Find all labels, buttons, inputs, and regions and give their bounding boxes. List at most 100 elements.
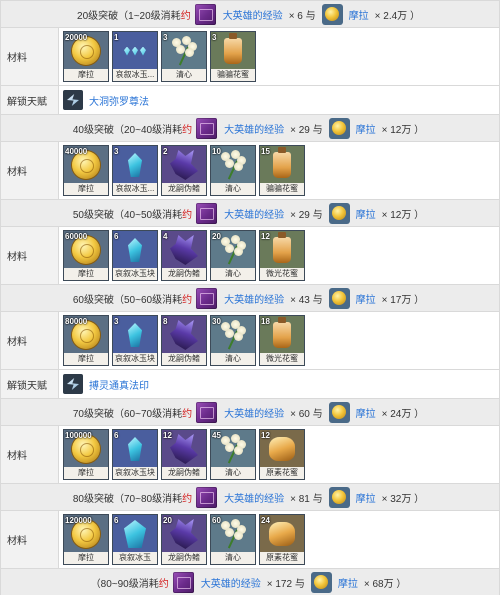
exp-item-link[interactable]: 大英雄的经验: [224, 405, 284, 420]
section-header: 50级突破（40~50级消耗约 大英雄的经验 × 29 与 摩拉 × 12万 ）: [1, 200, 499, 227]
mora-item-link[interactable]: 摩拉: [338, 575, 358, 590]
material-item[interactable]: 3 哀叙冰玉块: [112, 315, 158, 366]
exp-count: × 81 与: [290, 493, 323, 505]
mora-icon[interactable]: [328, 486, 350, 508]
talent-content: 搏灵通真法印: [59, 370, 499, 398]
material-item[interactable]: 8 龙嗣伪鳍: [161, 315, 207, 366]
exp-item-link[interactable]: 大英雄的经验: [224, 490, 284, 505]
material-item[interactable]: 3 清心: [161, 31, 207, 82]
material-item[interactable]: 60 清心: [210, 514, 256, 565]
exp-book-icon[interactable]: [196, 202, 218, 224]
material-item[interactable]: 120000 摩拉: [63, 514, 109, 565]
material-count: 12: [163, 431, 172, 440]
exp-book-icon[interactable]: [196, 401, 218, 423]
material-item[interactable]: 40000 摩拉: [63, 145, 109, 196]
exp-item-link[interactable]: 大英雄的经验: [223, 7, 283, 22]
mora-item-link[interactable]: 摩拉: [356, 490, 376, 505]
approx-label: 约: [182, 209, 193, 221]
mora-icon[interactable]: [310, 571, 332, 593]
material-item[interactable]: 18 微光花蜜: [259, 315, 305, 366]
material-count: 60000: [65, 232, 88, 241]
material-item[interactable]: 10 清心: [210, 145, 256, 196]
exp-item-link[interactable]: 大英雄的经验: [224, 121, 284, 136]
dragon-fin-icon: [162, 316, 206, 354]
approx-label: 约: [182, 408, 193, 420]
material-item[interactable]: 1 哀叙冰玉...: [112, 31, 158, 82]
material-item[interactable]: 6 哀叙冰玉: [112, 514, 158, 565]
talent-burst-icon[interactable]: [63, 90, 83, 110]
material-item[interactable]: 30 清心: [210, 315, 256, 366]
material-item[interactable]: 15 骗骗花蜜: [259, 145, 305, 196]
exp-book-icon[interactable]: [196, 117, 218, 139]
approx-label: 约: [180, 10, 191, 22]
material-item[interactable]: 3 哀叙冰玉...: [112, 145, 158, 196]
material-item[interactable]: 20 龙嗣伪鳍: [161, 514, 207, 565]
material-item[interactable]: 80000 摩拉: [63, 315, 109, 366]
material-item[interactable]: 20 清心: [210, 230, 256, 281]
exp-item-link[interactable]: 大英雄的经验: [201, 575, 261, 590]
mora-item-link[interactable]: 摩拉: [356, 121, 376, 136]
mora-item-link[interactable]: 摩拉: [349, 7, 369, 22]
talent-content: 大洞弥罗尊法: [59, 86, 499, 114]
material-name: 原素花蜜: [260, 552, 304, 564]
header-prefix: 60级突破（50~60级消耗: [72, 294, 183, 306]
mora-icon[interactable]: [328, 202, 350, 224]
talent-seal-icon[interactable]: [63, 374, 83, 394]
talent-name-link[interactable]: 搏灵通真法印: [89, 377, 149, 392]
materials-row: 材料 60000 摩拉 6 哀叙冰玉块 4 龙嗣伪鳍 20 清心 12 微光花蜜: [1, 227, 499, 285]
material-item[interactable]: 12 微光花蜜: [259, 230, 305, 281]
material-name: 摩拉: [64, 353, 108, 365]
material-item[interactable]: 3 骗骗花蜜: [210, 31, 256, 82]
material-item[interactable]: 24 原素花蜜: [259, 514, 305, 565]
materials-list: 40000 摩拉 3 哀叙冰玉... 2 龙嗣伪鳍 10 清心 15 骗骗花蜜: [59, 142, 499, 199]
approx-label: 约: [182, 124, 193, 136]
mora-item-link[interactable]: 摩拉: [356, 291, 376, 306]
material-count: 4: [163, 232, 168, 241]
qingxin-flower-icon: [162, 32, 206, 70]
material-name: 清心: [211, 268, 255, 280]
material-count: 3: [114, 317, 119, 326]
mora-icon[interactable]: [328, 287, 350, 309]
material-name: 哀叙冰玉: [113, 552, 157, 564]
exp-item-link[interactable]: 大英雄的经验: [224, 291, 284, 306]
material-item[interactable]: 100000 摩拉: [63, 429, 109, 480]
material-name: 摩拉: [64, 69, 108, 81]
mora-icon[interactable]: [321, 3, 343, 25]
material-count: 3: [114, 147, 119, 156]
exp-book-icon[interactable]: [196, 287, 218, 309]
section-header: 70级突破（60~70级消耗约 大英雄的经验 × 60 与 摩拉 × 24万 ）: [1, 399, 499, 426]
exp-count: × 60 与: [290, 408, 323, 420]
mora-amount: × 32万 ）: [381, 493, 425, 505]
exp-count: × 29 与: [290, 124, 323, 136]
material-count: 3: [163, 33, 168, 42]
material-count: 1: [114, 33, 119, 42]
exp-book-icon[interactable]: [172, 571, 194, 593]
material-item[interactable]: 12 龙嗣伪鳍: [161, 429, 207, 480]
talent-name-link[interactable]: 大洞弥罗尊法: [89, 93, 149, 108]
material-count: 3: [212, 33, 217, 42]
mora-item-link[interactable]: 摩拉: [356, 405, 376, 420]
material-item[interactable]: 45 清心: [210, 429, 256, 480]
material-item[interactable]: 60000 摩拉: [63, 230, 109, 281]
material-name: 骗骗花蜜: [260, 183, 304, 195]
nectar-bottle-icon: [211, 32, 255, 70]
mora-icon[interactable]: [328, 401, 350, 423]
material-item[interactable]: 6 哀叙冰玉块: [112, 429, 158, 480]
mora-amount: × 12万 ）: [381, 209, 425, 221]
exp-book-icon[interactable]: [196, 486, 218, 508]
material-count: 120000: [65, 516, 92, 525]
material-name: 微光花蜜: [260, 353, 304, 365]
material-item[interactable]: 4 龙嗣伪鳍: [161, 230, 207, 281]
material-item[interactable]: 2 龙嗣伪鳍: [161, 145, 207, 196]
material-item[interactable]: 6 哀叙冰玉块: [112, 230, 158, 281]
exp-item-link[interactable]: 大英雄的经验: [224, 206, 284, 221]
exp-book-icon[interactable]: [194, 3, 216, 25]
material-item[interactable]: 20000 摩拉: [63, 31, 109, 82]
section-header: 40级突破（20~40级消耗约 大英雄的经验 × 29 与 摩拉 × 12万 ）: [1, 115, 499, 142]
materials-row: 材料 20000 摩拉 1 哀叙冰玉... 3 清心 3 骗骗花蜜: [1, 28, 499, 86]
mora-icon[interactable]: [328, 117, 350, 139]
mora-item-link[interactable]: 摩拉: [356, 206, 376, 221]
dragon-fin-icon: [162, 146, 206, 184]
exp-count: × 29 与: [290, 209, 323, 221]
material-item[interactable]: 12 原素花蜜: [259, 429, 305, 480]
